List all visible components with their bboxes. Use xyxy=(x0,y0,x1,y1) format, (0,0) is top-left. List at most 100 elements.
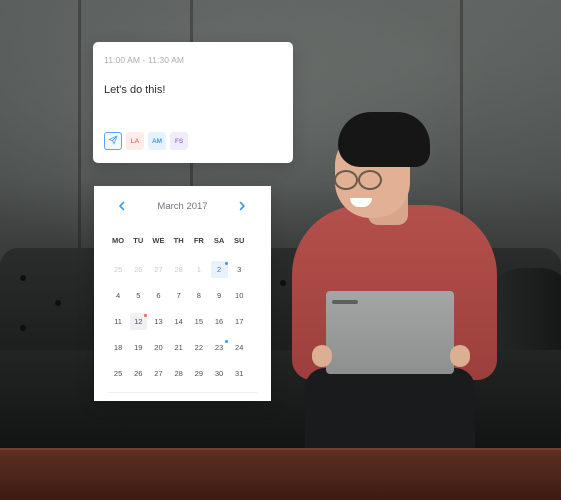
day-number: 12 xyxy=(129,312,147,330)
day-number: 28 xyxy=(170,261,187,278)
attendee-list: LA AM FS xyxy=(104,132,188,150)
calendar-day[interactable]: 23 xyxy=(209,335,229,361)
person-legs xyxy=(305,368,475,453)
day-number-text: 4 xyxy=(116,290,121,300)
calendar-day[interactable]: 1 xyxy=(189,256,209,282)
day-number: 6 xyxy=(150,287,167,304)
calendar-day[interactable]: 3 xyxy=(229,256,249,282)
calendar-header: March 2017 xyxy=(94,200,271,214)
day-number: 23 xyxy=(211,339,228,356)
calendar-day[interactable]: 25 xyxy=(108,256,128,282)
calendar-day[interactable]: 13 xyxy=(148,308,168,334)
calendar-day[interactable]: 27 xyxy=(148,361,168,387)
day-number: 2 xyxy=(210,260,228,278)
person-hair xyxy=(338,112,430,167)
day-number: 27 xyxy=(150,261,167,278)
day-number: 8 xyxy=(190,287,207,304)
calendar-day[interactable]: 21 xyxy=(169,335,189,361)
event-card[interactable]: 11:00 AM - 11:30 AM Let's do this! LA AM… xyxy=(93,42,293,163)
day-number-text: 27 xyxy=(154,369,163,379)
sofa-tuft xyxy=(20,275,26,281)
wooden-table xyxy=(0,450,561,500)
event-indicator-dot xyxy=(224,261,228,265)
weekday-label: WE xyxy=(152,236,165,245)
calendar-day[interactable]: 2 xyxy=(209,256,229,282)
calendar-day[interactable]: 6 xyxy=(148,282,168,308)
calendar-day[interactable]: 24 xyxy=(229,335,249,361)
day-number-text: 14 xyxy=(174,316,183,326)
calendar-day[interactable]: 8 xyxy=(189,282,209,308)
calendar-day[interactable]: 9 xyxy=(209,282,229,308)
share-button[interactable] xyxy=(104,132,122,150)
calendar-day[interactable]: 27 xyxy=(148,256,168,282)
calendar-day[interactable]: 19 xyxy=(128,335,148,361)
calendar-day[interactable]: 31 xyxy=(229,361,249,387)
calendar-day[interactable]: 12 xyxy=(128,308,148,334)
calendar-day[interactable]: 17 xyxy=(229,308,249,334)
day-number: 13 xyxy=(150,313,167,330)
day-number: 21 xyxy=(170,339,187,356)
day-number-text: 28 xyxy=(174,369,183,379)
day-number: 25 xyxy=(110,261,127,278)
calendar-day[interactable]: 28 xyxy=(169,361,189,387)
calendar-day[interactable]: 26 xyxy=(128,361,148,387)
day-number: 26 xyxy=(130,365,147,382)
weekday-label: SA xyxy=(213,236,225,245)
calendar-day[interactable]: 26 xyxy=(128,256,148,282)
calendar-day[interactable]: 18 xyxy=(108,335,128,361)
calendar-day[interactable]: 29 xyxy=(189,361,209,387)
calendar-day[interactable]: 5 xyxy=(128,282,148,308)
calendar-day[interactable]: 15 xyxy=(189,308,209,334)
day-number: 14 xyxy=(170,313,187,330)
weekday-label: TH xyxy=(173,236,184,245)
day-number: 18 xyxy=(110,339,127,356)
day-number: 3 xyxy=(231,261,248,278)
calendar-day[interactable]: 7 xyxy=(169,282,189,308)
next-month-button[interactable] xyxy=(235,200,249,214)
day-number: 30 xyxy=(211,365,228,382)
day-number-text: 6 xyxy=(156,290,161,300)
calendar-day[interactable]: 4 xyxy=(108,282,128,308)
attendee-avatar-la[interactable]: LA xyxy=(126,132,144,150)
day-number-text: 19 xyxy=(134,343,143,353)
day-number: 25 xyxy=(110,365,127,382)
day-number: 31 xyxy=(231,365,248,382)
calendar-day[interactable]: 30 xyxy=(209,361,229,387)
sofa-tuft xyxy=(55,300,61,306)
calendar-day[interactable]: 11 xyxy=(108,308,128,334)
attendee-avatar-am[interactable]: AM xyxy=(148,132,166,150)
calendar-grid: 25 26 27 28 1 2 3 4 5 6 7 8 9 10 11 12 13 14 15 16 17 18 19 20 2… xyxy=(108,256,268,387)
calendar-day[interactable]: 25 xyxy=(108,361,128,387)
day-number: 22 xyxy=(190,339,207,356)
day-number-text: 24 xyxy=(235,343,244,353)
day-number: 29 xyxy=(190,365,207,382)
day-number: 26 xyxy=(130,261,147,278)
day-number: 24 xyxy=(231,339,248,356)
day-number-text: 26 xyxy=(134,369,143,379)
calendar-day[interactable]: 20 xyxy=(148,335,168,361)
calendar-day[interactable]: 28 xyxy=(169,256,189,282)
day-number-text: 9 xyxy=(216,290,222,300)
person-hand xyxy=(312,345,332,367)
calendar-day[interactable]: 10 xyxy=(229,282,249,308)
day-number: 19 xyxy=(130,339,147,356)
day-number: 15 xyxy=(190,313,207,330)
day-number: 10 xyxy=(231,287,248,304)
day-number-text: 25 xyxy=(113,264,123,274)
day-number-text: 13 xyxy=(154,316,163,326)
day-number-text: 20 xyxy=(154,343,163,353)
day-number-text: 15 xyxy=(194,316,204,326)
attendee-avatar-fs[interactable]: FS xyxy=(170,132,188,150)
day-number-text: 27 xyxy=(154,264,163,274)
calendar-day[interactable]: 16 xyxy=(209,308,229,334)
day-number-text: 18 xyxy=(113,343,123,353)
day-number-text: 26 xyxy=(134,264,143,274)
calendar-widget: March 2017 MO TU WE TH FR SA SU 25 26 27 28 1 2 3 4 5 6… xyxy=(94,186,271,401)
sofa-tuft xyxy=(280,280,286,286)
weekday-label: TU xyxy=(133,236,144,245)
calendar-day[interactable]: 14 xyxy=(169,308,189,334)
day-number-text: 1 xyxy=(196,264,201,274)
day-number-text: 30 xyxy=(214,369,224,379)
day-number-text: 7 xyxy=(176,290,181,300)
calendar-day[interactable]: 22 xyxy=(189,335,209,361)
